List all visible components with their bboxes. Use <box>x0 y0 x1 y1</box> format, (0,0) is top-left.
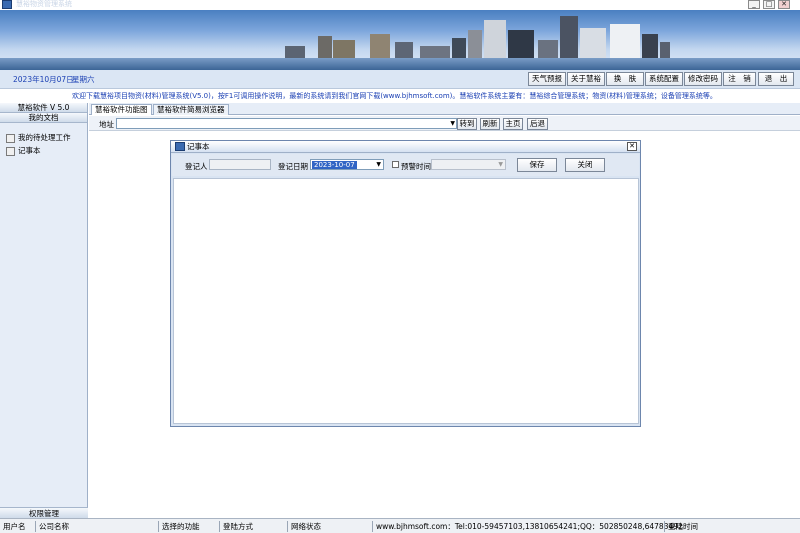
notepad-icon <box>175 142 185 151</box>
window-title: 慧裕物资管理系统 <box>16 0 72 8</box>
tab-function-map[interactable]: 慧裕软件功能图 <box>91 104 152 115</box>
status-bar: 用户名 公司名称 选择的功能 登陆方式 网络状态 www.bjhmsoft.co… <box>0 518 800 533</box>
home-button[interactable]: 主页 <box>503 118 523 130</box>
weather-button[interactable]: 天气预报 <box>528 72 566 86</box>
current-weekday: 星期六 <box>72 75 95 84</box>
sidebar-item-label: 记事本 <box>18 146 41 155</box>
status-username: 用户名 <box>3 522 26 531</box>
sidebar-item-pending-work[interactable]: 我的待处理工作 <box>6 133 71 143</box>
change-password-button[interactable]: 修改密码 <box>684 72 722 86</box>
sidebar-item-notepad[interactable]: 记事本 <box>6 146 41 156</box>
system-config-button[interactable]: 系统配置 <box>645 72 683 86</box>
notepad-icon <box>6 146 15 156</box>
status-contact-info: www.bjhmsoft.com：Tel:010-59457103,138106… <box>372 521 683 532</box>
back-button[interactable]: 后退 <box>527 118 548 130</box>
sidebar: 慧裕软件 V 5.0 我的文档 我的待处理工作 记事本 权限管理 <box>0 103 88 518</box>
record-date-label: 登记日期 <box>278 162 308 171</box>
status-login-time: 登陆时间 <box>664 521 698 532</box>
notice-text: 欢迎下载慧裕项目物资(材料)管理系统(V5.0)，按F1可调用操作说明，最新的系… <box>72 92 717 100</box>
dialog-title: 记事本 <box>187 142 210 151</box>
status-login-method: 登陆方式 <box>219 521 253 532</box>
alert-time-select[interactable]: ▼ <box>431 159 506 170</box>
address-bar: 地址 ▼ 转到 刷新 主页 后退 <box>89 116 800 131</box>
chevron-down-icon[interactable]: ▼ <box>376 161 381 169</box>
tab-browser[interactable]: 慧裕软件简易浏览器 <box>153 104 229 115</box>
save-button[interactable]: 保存 <box>517 158 557 172</box>
status-network: 网络状态 <box>287 521 321 532</box>
task-icon <box>6 133 15 143</box>
recorder-field[interactable] <box>209 159 271 170</box>
about-button[interactable]: 关于慧裕 <box>567 72 605 86</box>
exit-button[interactable]: 退 出 <box>758 72 794 86</box>
tab-strip: 慧裕软件功能图 慧裕软件简易浏览器 <box>89 103 800 115</box>
chevron-down-icon[interactable]: ▼ <box>450 120 455 128</box>
refresh-button[interactable]: 刷新 <box>480 118 500 130</box>
logout-button[interactable]: 注 销 <box>723 72 756 86</box>
dialog-titlebar: 记事本 ✕ <box>171 141 640 153</box>
chevron-down-icon: ▼ <box>498 161 503 168</box>
notice-marquee: 欢迎下载慧裕项目物资(材料)管理系统(V5.0)，按F1可调用操作说明，最新的系… <box>0 89 800 102</box>
address-label: 地址 <box>99 120 114 129</box>
notepad-dialog: 记事本 ✕ 登记人 登记日期 2023-10-07 ▼ 预警时间 ▼ 保存 关闭 <box>170 140 641 427</box>
sidebar-item-label: 我的待处理工作 <box>18 133 71 142</box>
sidebar-section-my-documents[interactable]: 我的文档 <box>0 113 87 123</box>
sidebar-version: 慧裕软件 V 5.0 <box>0 103 87 113</box>
dialog-toolbar: 登记人 登记日期 2023-10-07 ▼ 预警时间 ▼ 保存 关闭 <box>172 154 639 176</box>
close-icon[interactable]: ✕ <box>627 142 637 151</box>
recorder-label: 登记人 <box>185 162 208 171</box>
alert-time-checkbox[interactable] <box>392 161 399 168</box>
current-date: 2023年10月07日 <box>13 75 74 84</box>
go-button[interactable]: 转到 <box>457 118 477 130</box>
status-company: 公司名称 <box>35 521 69 532</box>
city-banner-image <box>0 10 800 70</box>
record-date-value: 2023-10-07 <box>312 161 357 169</box>
close-window-button[interactable]: ✕ <box>778 0 790 9</box>
window-titlebar: 慧裕物资管理系统 _ □ ✕ <box>0 0 800 10</box>
record-date-picker[interactable]: 2023-10-07 ▼ <box>310 159 384 170</box>
top-toolbar: 2023年10月07日 星期六 天气预报 关于慧裕 换 肤 系统配置 修改密码 … <box>0 70 800 89</box>
change-skin-button[interactable]: 换 肤 <box>606 72 644 86</box>
maximize-button[interactable]: □ <box>763 0 775 9</box>
app-icon <box>2 0 12 9</box>
status-selected-function: 选择的功能 <box>158 521 200 532</box>
address-input[interactable]: ▼ <box>116 118 457 129</box>
sidebar-permissions[interactable]: 权限管理 <box>0 507 88 518</box>
notepad-text-area[interactable] <box>173 178 639 424</box>
close-dialog-button[interactable]: 关闭 <box>565 158 605 172</box>
minimize-button[interactable]: _ <box>748 0 760 9</box>
alert-time-label: 预警时间 <box>401 162 431 171</box>
